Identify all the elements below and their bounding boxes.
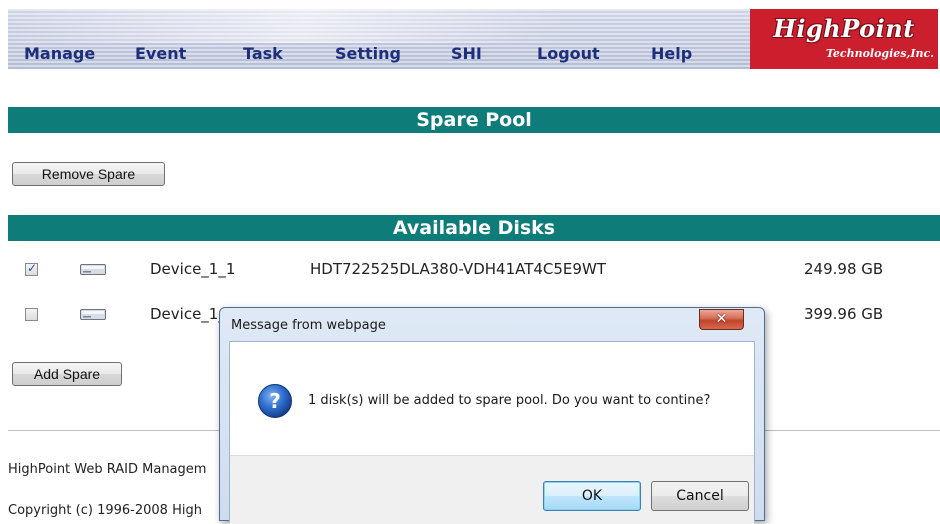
confirm-dialog: Message from webpage ✕ ? 1 disk(s) will … bbox=[219, 307, 765, 524]
disk-size: 399.96 GB bbox=[804, 305, 884, 323]
logo-subtitle: Technologies,Inc. bbox=[825, 47, 934, 60]
question-icon: ? bbox=[258, 384, 292, 418]
hard-disk-icon bbox=[80, 309, 106, 320]
highpoint-logo: HighPoint Technologies,Inc. bbox=[750, 9, 938, 69]
disk-checkbox[interactable] bbox=[25, 308, 38, 321]
disk-checkbox[interactable]: ✓ bbox=[25, 261, 38, 276]
nav-logout[interactable]: Logout bbox=[537, 44, 600, 63]
nav-task[interactable]: Task bbox=[243, 44, 283, 63]
available-disks-header: Available Disks bbox=[8, 215, 940, 241]
svg-text:?: ? bbox=[269, 389, 281, 413]
disk-name: Device_1_ bbox=[150, 305, 226, 323]
nav-event[interactable]: Event bbox=[135, 44, 186, 63]
check-icon: ✓ bbox=[27, 261, 38, 275]
cancel-button[interactable]: Cancel bbox=[651, 481, 749, 511]
nav-shi[interactable]: SHI bbox=[451, 44, 482, 63]
add-spare-button[interactable]: Add Spare bbox=[12, 362, 122, 386]
nav-setting[interactable]: Setting bbox=[335, 44, 401, 63]
close-button[interactable]: ✕ bbox=[699, 309, 744, 330]
dialog-message: 1 disk(s) will be added to spare pool. D… bbox=[308, 393, 711, 408]
dialog-title: Message from webpage bbox=[231, 318, 386, 333]
spare-pool-header: Spare Pool bbox=[8, 107, 940, 133]
footer-copyright: Copyright (c) 1996-2008 High bbox=[8, 503, 202, 518]
header: Manage Event Task Setting SHI Logout Hel… bbox=[0, 0, 940, 75]
nav-help[interactable]: Help bbox=[651, 44, 692, 63]
main-nav: Manage Event Task Setting SHI Logout Hel… bbox=[8, 41, 750, 69]
footer-product: HighPoint Web RAID Managem bbox=[8, 462, 207, 477]
logo-name: HighPoint bbox=[773, 14, 915, 43]
disk-model: HDT722525DLA380-VDH41AT4C5E9WT bbox=[310, 260, 606, 278]
disk-name: Device_1_1 bbox=[150, 260, 236, 278]
disk-size: 249.98 GB bbox=[804, 260, 884, 278]
disk-row: ✓ Device_1_1 HDT722525DLA380-VDH41AT4C5E… bbox=[0, 256, 940, 284]
ok-button[interactable]: OK bbox=[543, 481, 641, 511]
close-icon: ✕ bbox=[715, 311, 728, 327]
dialog-footer: OK Cancel bbox=[230, 455, 754, 524]
nav-manage[interactable]: Manage bbox=[24, 44, 95, 63]
dialog-body: ? 1 disk(s) will be added to spare pool.… bbox=[229, 341, 755, 524]
remove-spare-button[interactable]: Remove Spare bbox=[12, 162, 165, 186]
hard-disk-icon bbox=[80, 264, 106, 275]
